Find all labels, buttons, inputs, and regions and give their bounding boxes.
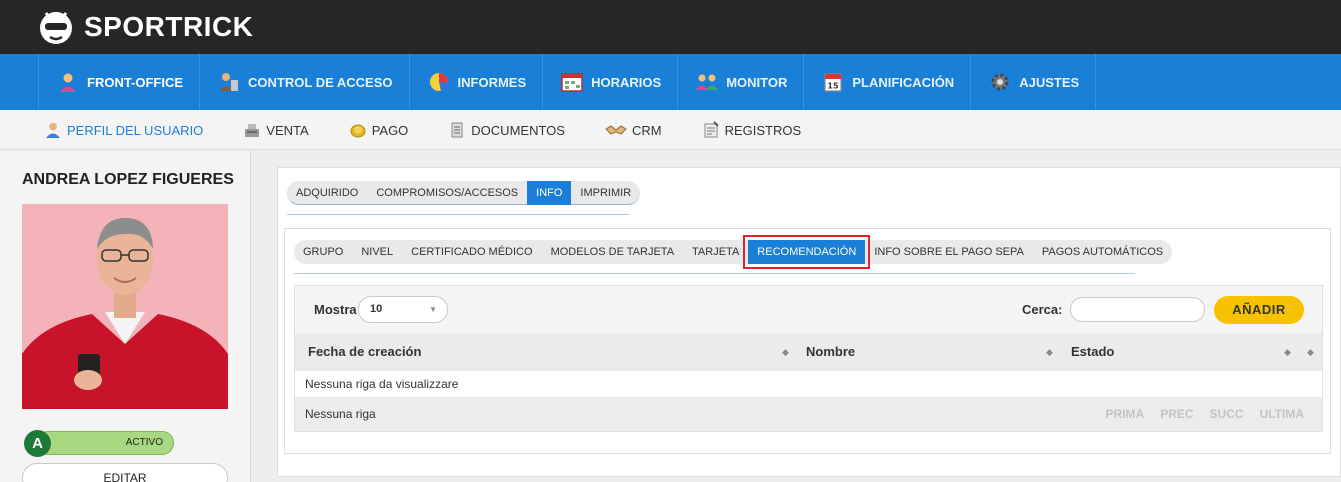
sub-nav-documentos[interactable]: DOCUMENTOS	[448, 110, 565, 150]
tab-modelos-de-tarjeta[interactable]: MODELOS DE TARJETA	[542, 240, 683, 264]
sub-nav-label: PERFIL DEL USUARIO	[67, 122, 204, 138]
calendar-grid-icon	[561, 73, 583, 92]
sub-nav-label: DOCUMENTOS	[471, 122, 565, 138]
tab-tarjeta[interactable]: TARJETA	[683, 240, 748, 264]
page-size-value: 10	[370, 303, 383, 315]
sub-nav-venta[interactable]: VENTA	[243, 110, 309, 150]
main-nav-horarios[interactable]: HORARIOS	[543, 54, 679, 110]
handshake-icon	[605, 125, 627, 135]
pagination: PRIMA PREC SUCC ULTIMA	[1090, 397, 1304, 431]
tab-adquirido[interactable]: ADQUIRIDO	[287, 181, 367, 205]
top-tabs: ADQUIRIDO COMPROMISOS/ACCESOS INFO IMPRI…	[287, 181, 641, 205]
column-header-fecha[interactable]: Fecha de creación	[308, 333, 421, 371]
main-nav-front-office[interactable]: FRONT-OFFICE	[38, 54, 201, 118]
search-input[interactable]	[1070, 297, 1205, 322]
tab-nivel[interactable]: NIVEL	[352, 240, 402, 264]
sub-nav-label: PAGO	[371, 122, 409, 138]
main-nav-monitor[interactable]: MONITOR	[678, 54, 805, 110]
status-indicator: ACTIVO A	[24, 430, 174, 457]
pager-last[interactable]: ULTIMA	[1260, 397, 1304, 431]
main-nav-label: CONTROL DE ACCESO	[248, 74, 393, 90]
column-header-estado[interactable]: Estado	[1071, 333, 1114, 371]
edit-button[interactable]: EDITAR	[22, 463, 228, 482]
tab-recomendacion[interactable]: RECOMENDACIÓN	[743, 235, 871, 269]
coins-icon	[350, 124, 366, 138]
profile-sidebar: ANDREA LOPEZ FIGUERES ACTIVO A EDITAR	[0, 151, 251, 482]
tab-grupo[interactable]: GRUPO	[294, 240, 352, 264]
main-nav-informes[interactable]: INFORMES	[410, 54, 544, 110]
status-letter: A	[24, 430, 51, 457]
table-header: Fecha de creación ◆ Nombre ◆ Estado ◆ ◆	[295, 333, 1322, 371]
sort-icon[interactable]: ◆	[1046, 333, 1053, 371]
document-icon	[451, 122, 463, 138]
calendar-icon: 15	[824, 73, 842, 92]
tab-compromisos-accesos[interactable]: COMPROMISOS/ACCESOS	[367, 181, 527, 205]
tab-info-sobre-el-pago-sepa[interactable]: INFO SOBRE EL PAGO SEPA	[865, 240, 1033, 264]
tab-imprimir[interactable]: IMPRIMIR	[571, 181, 640, 205]
page-size-select[interactable]: 10 ▼	[358, 296, 448, 323]
sub-nav-crm[interactable]: CRM	[605, 110, 662, 150]
sub-nav-registros[interactable]: REGISTROS	[702, 110, 802, 150]
svg-text:15: 15	[828, 82, 840, 91]
main-nav-label: INFORMES	[457, 74, 527, 90]
sub-nav-label: VENTA	[266, 122, 309, 138]
show-entries-label: Mostra	[314, 302, 357, 317]
tab-info[interactable]: INFO	[527, 181, 572, 205]
search-label: Cerca:	[1022, 302, 1063, 317]
group-icon	[696, 74, 719, 90]
log-icon	[704, 121, 719, 138]
pager-next[interactable]: SUCC	[1210, 397, 1244, 431]
sub-nav: PERFIL DEL USUARIO VENTA PAGO DOCUMENTOS…	[0, 110, 1341, 150]
column-header-nombre[interactable]: Nombre	[806, 333, 855, 371]
sub-nav-pago[interactable]: PAGO	[349, 110, 409, 150]
main-nav-label: FRONT-OFFICE	[87, 74, 184, 90]
profile-photo	[22, 204, 228, 409]
access-icon	[220, 73, 239, 91]
tab-certificado-medico[interactable]: CERTIFICADO MÉDICO	[402, 240, 541, 264]
main-nav: FRONT-OFFICE CONTROL DE ACCESO INFORMES …	[0, 54, 1341, 118]
chevron-down-icon: ▼	[429, 305, 437, 314]
logo[interactable]: SPORTRICK	[36, 7, 253, 47]
info-tabs: GRUPO NIVEL CERTIFICADO MÉDICO MODELOS D…	[294, 235, 1173, 269]
pager-first[interactable]: PRIMA	[1106, 397, 1145, 431]
main-nav-label: MONITOR	[726, 74, 788, 90]
table-info: Nessuna riga	[305, 407, 376, 421]
profile-photo-illustration	[22, 204, 228, 409]
table-empty-row: Nessuna riga da visualizzare	[295, 371, 1322, 397]
pager-previous[interactable]: PREC	[1160, 397, 1193, 431]
main-nav-ajustes[interactable]: AJUSTES	[971, 54, 1097, 110]
sort-icon[interactable]: ◆	[1307, 333, 1314, 371]
brand-name: SPORTRICK	[84, 11, 254, 42]
main-nav-label: PLANIFICACIÓN	[852, 74, 955, 90]
main-nav-label: AJUSTES	[1019, 74, 1080, 90]
sort-icon[interactable]: ◆	[782, 333, 789, 371]
table-footer: Nessuna riga PRIMA PREC SUCC ULTIMA	[295, 397, 1322, 431]
cash-register-icon	[245, 124, 260, 137]
tab-pagos-automaticos[interactable]: PAGOS AUTOMÁTICOS	[1033, 240, 1172, 264]
main-nav-planificacion[interactable]: 15 PLANIFICACIÓN	[804, 54, 972, 110]
add-button[interactable]: AÑADIR	[1214, 296, 1304, 324]
recommendations-table: Mostra 10 ▼ Cerca: AÑADIR Fecha de creac…	[294, 285, 1323, 432]
logo-icon	[40, 12, 72, 44]
sort-icon[interactable]: ◆	[1284, 333, 1291, 371]
top-bar: SPORTRICK	[0, 0, 1341, 54]
sub-nav-perfil-del-usuario[interactable]: PERFIL DEL USUARIO	[44, 110, 203, 150]
sub-nav-label: REGISTROS	[724, 122, 802, 138]
pie-chart-icon	[429, 73, 448, 91]
user-icon	[60, 73, 76, 92]
profile-name: ANDREA LOPEZ FIGUERES	[22, 171, 234, 188]
gear-icon	[991, 73, 1009, 91]
tab-divider	[294, 273, 1135, 274]
main-nav-control-de-acceso[interactable]: CONTROL DE ACCESO	[200, 54, 410, 110]
status-badge: ACTIVO	[36, 431, 174, 455]
profile-icon	[46, 122, 60, 138]
sub-nav-label: CRM	[631, 122, 662, 138]
main-nav-label: HORARIOS	[591, 74, 662, 90]
tab-divider	[287, 214, 629, 215]
